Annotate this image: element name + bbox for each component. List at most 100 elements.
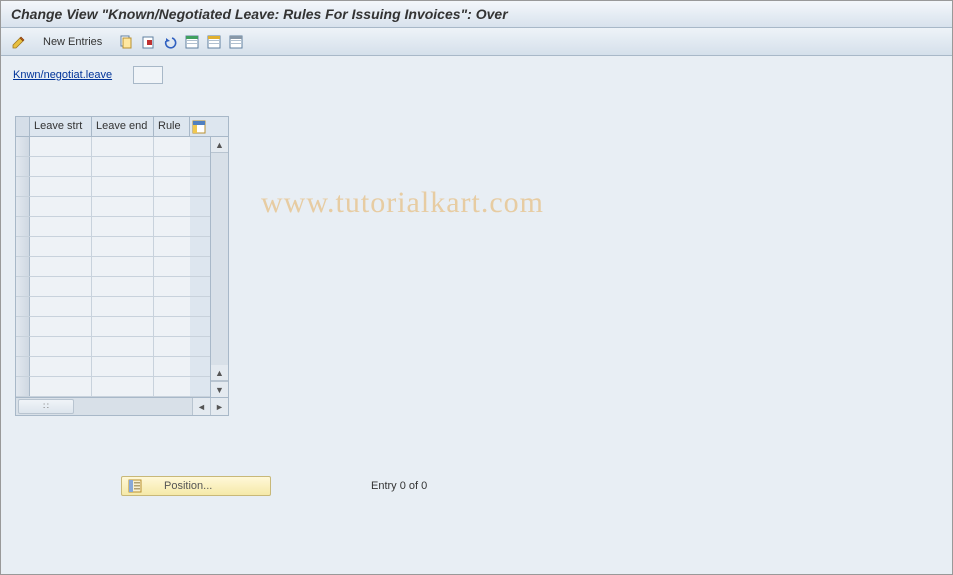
col-leave-end[interactable]: Leave end <box>92 117 154 136</box>
cell-rule[interactable] <box>154 317 190 336</box>
row-selector[interactable] <box>16 157 30 176</box>
table-row <box>16 197 210 217</box>
row-selector[interactable] <box>16 377 30 396</box>
footer-row: Position... Entry 0 of 0 <box>121 476 427 496</box>
row-selector[interactable] <box>16 217 30 236</box>
table-row <box>16 337 210 357</box>
cell-leave-strt[interactable] <box>30 177 92 196</box>
row-selector[interactable] <box>16 237 30 256</box>
table-row <box>16 237 210 257</box>
row-selector[interactable] <box>16 177 30 196</box>
cell-leave-strt[interactable] <box>30 137 92 156</box>
cell-leave-end[interactable] <box>92 317 154 336</box>
table-row <box>16 257 210 277</box>
cell-rule[interactable] <box>154 297 190 316</box>
cell-leave-end[interactable] <box>92 377 154 396</box>
cell-leave-strt[interactable] <box>30 317 92 336</box>
cell-leave-strt[interactable] <box>30 337 92 356</box>
cell-rule[interactable] <box>154 257 190 276</box>
undo-icon[interactable] <box>160 32 180 52</box>
cell-leave-end[interactable] <box>92 137 154 156</box>
table-row <box>16 377 210 397</box>
cell-rule[interactable] <box>154 357 190 376</box>
scroll-down-icon[interactable]: ▼ <box>211 381 228 397</box>
cell-rule[interactable] <box>154 137 190 156</box>
table-row <box>16 217 210 237</box>
position-button[interactable]: Position... <box>121 476 271 496</box>
table-header: Leave strt Leave end Rule <box>16 117 228 137</box>
copy-as-icon[interactable] <box>116 32 136 52</box>
table-body: ▲ ▲ ▼ <box>16 137 228 397</box>
cell-leave-end[interactable] <box>92 297 154 316</box>
row-selector[interactable] <box>16 317 30 336</box>
deselect-all-icon[interactable] <box>226 32 246 52</box>
content-area: Knwn/negotiat.leave Leave strt Leave end… <box>1 56 952 569</box>
select-all-rows[interactable] <box>16 117 30 136</box>
row-selector[interactable] <box>16 277 30 296</box>
cell-leave-end[interactable] <box>92 257 154 276</box>
scroll-right-icon[interactable]: ► <box>210 398 228 415</box>
table-row <box>16 177 210 197</box>
cell-leave-end[interactable] <box>92 197 154 216</box>
row-selector[interactable] <box>16 357 30 376</box>
cell-leave-strt[interactable] <box>30 237 92 256</box>
cell-leave-end[interactable] <box>92 277 154 296</box>
cell-leave-strt[interactable] <box>30 157 92 176</box>
cell-leave-strt[interactable] <box>30 257 92 276</box>
cell-leave-strt[interactable] <box>30 277 92 296</box>
cell-rule[interactable] <box>154 197 190 216</box>
knwn-negotiat-leave-label[interactable]: Knwn/negotiat.leave <box>13 69 123 81</box>
table-row <box>16 277 210 297</box>
position-label: Position... <box>164 480 212 492</box>
page-title: Change View "Known/Negotiated Leave: Rul… <box>1 1 952 28</box>
new-entries-button[interactable]: New Entries <box>37 34 108 50</box>
row-selector[interactable] <box>16 257 30 276</box>
cell-leave-strt[interactable] <box>30 297 92 316</box>
cell-rule[interactable] <box>154 337 190 356</box>
cell-rule[interactable] <box>154 177 190 196</box>
cell-leave-end[interactable] <box>92 157 154 176</box>
row-selector[interactable] <box>16 337 30 356</box>
table-config-button[interactable]: ∷ <box>18 399 74 414</box>
cell-rule[interactable] <box>154 217 190 236</box>
cell-leave-end[interactable] <box>92 337 154 356</box>
leave-rules-table: Leave strt Leave end Rule ▲ ▲ ▼ ∷ ◄ ► <box>15 116 229 416</box>
cell-leave-end[interactable] <box>92 217 154 236</box>
row-selector[interactable] <box>16 197 30 216</box>
cell-leave-strt[interactable] <box>30 357 92 376</box>
cell-rule[interactable] <box>154 277 190 296</box>
scroll-up-icon[interactable]: ▲ <box>211 137 228 153</box>
cell-rule[interactable] <box>154 377 190 396</box>
cell-rule[interactable] <box>154 237 190 256</box>
table-row <box>16 137 210 157</box>
cell-leave-strt[interactable] <box>30 217 92 236</box>
cell-leave-strt[interactable] <box>30 197 92 216</box>
cell-leave-end[interactable] <box>92 237 154 256</box>
table-row <box>16 317 210 337</box>
cell-leave-strt[interactable] <box>30 377 92 396</box>
select-block-icon[interactable] <box>204 32 224 52</box>
row-selector[interactable] <box>16 297 30 316</box>
col-rule[interactable]: Rule <box>154 117 190 136</box>
cell-leave-end[interactable] <box>92 357 154 376</box>
delete-icon[interactable] <box>138 32 158 52</box>
cell-rule[interactable] <box>154 157 190 176</box>
position-icon <box>128 479 142 493</box>
toolbar: New Entries <box>1 28 952 56</box>
toggle-change-icon[interactable] <box>9 32 29 52</box>
table-row <box>16 297 210 317</box>
table-row <box>16 157 210 177</box>
entry-counter: Entry 0 of 0 <box>371 480 427 492</box>
filter-field-row: Knwn/negotiat.leave <box>13 66 940 84</box>
cell-leave-end[interactable] <box>92 177 154 196</box>
col-leave-strt[interactable]: Leave strt <box>30 117 92 136</box>
knwn-negotiat-leave-input[interactable] <box>133 66 163 84</box>
table-settings-icon[interactable] <box>190 117 208 136</box>
vertical-scrollbar[interactable]: ▲ ▲ ▼ <box>210 137 228 397</box>
row-selector[interactable] <box>16 137 30 156</box>
scroll-down-inner-icon[interactable]: ▲ <box>211 365 228 381</box>
scroll-left-icon[interactable]: ◄ <box>192 398 210 415</box>
horizontal-scrollbar[interactable]: ∷ ◄ ► <box>16 397 228 415</box>
select-all-icon[interactable] <box>182 32 202 52</box>
table-row <box>16 357 210 377</box>
